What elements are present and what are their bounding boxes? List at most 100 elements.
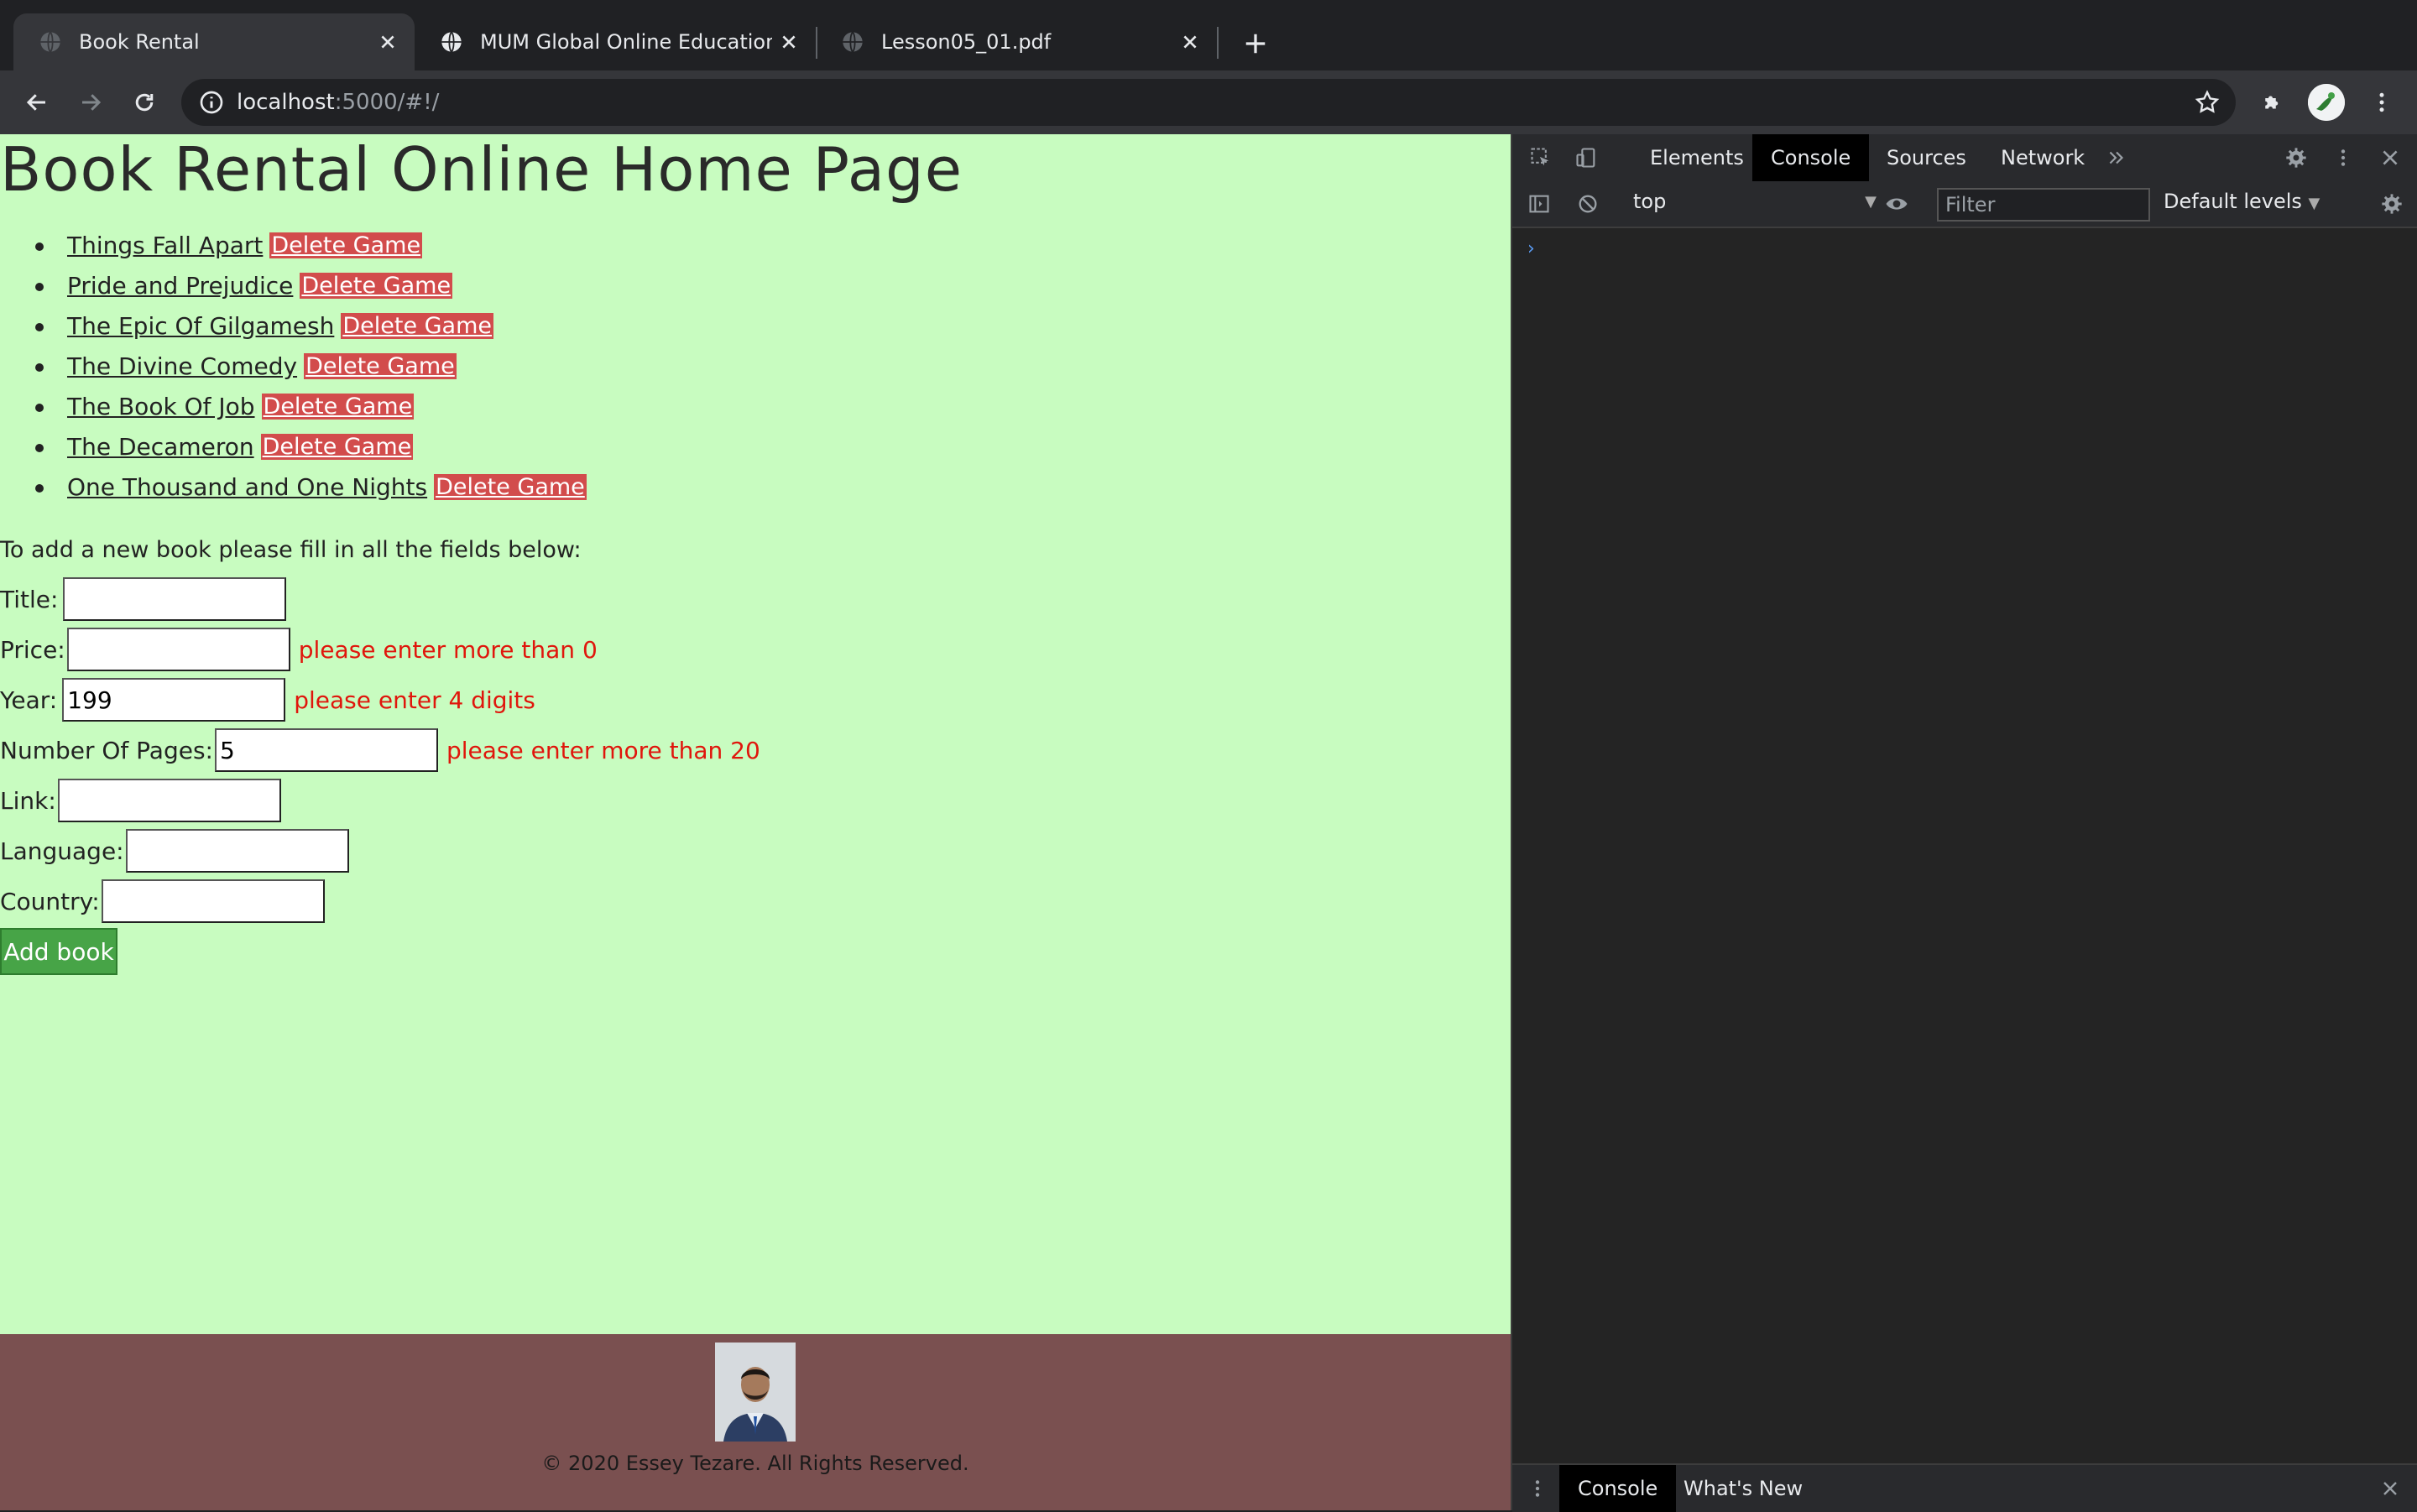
devtools-tab-console[interactable]: Console [1752,134,1870,181]
price-input[interactable] [66,628,290,671]
pages-input[interactable] [214,728,438,772]
book-link[interactable]: Pride and Prejudice [67,272,293,300]
web-page: Book Rental Online Home Page Things Fall… [0,134,1511,1510]
year-row: Year: please enter 4 digits [0,675,535,725]
console-filter-input[interactable] [1939,190,2148,220]
list-item: The Divine Comedy Delete Game [35,346,587,386]
browser-tab-mum[interactable]: MUM Global Online Education [415,13,816,70]
show-sidebar-icon[interactable] [1526,190,1553,217]
delete-button[interactable]: Delete Game [269,232,423,258]
menu-kebab-icon[interactable] [2363,84,2400,121]
inspect-element-icon[interactable] [1527,144,1554,171]
url-host: localhost [237,90,335,115]
forward-arrow-icon[interactable] [72,84,109,121]
dropdown-arrow-icon: ▼ [2308,195,2320,212]
globe-icon [841,30,864,54]
browser-tab-strip: Book Rental MUM Global Online Education … [0,0,2417,70]
list-item: Pride and Prejudice Delete Game [35,265,587,305]
link-row: Link: [0,775,281,826]
book-link[interactable]: The Divine Comedy [67,352,297,380]
close-tab-icon[interactable] [371,25,405,59]
browser-tab-lesson[interactable]: Lesson05_01.pdf [816,13,1217,70]
drawer-tab-console[interactable]: Console [1559,1465,1677,1512]
delete-button[interactable]: Delete Game [304,352,457,379]
language-input[interactable] [125,829,349,873]
settings-gear-icon[interactable] [2283,144,2310,171]
book-link[interactable]: One Thousand and One Nights [67,473,427,501]
clear-console-icon[interactable] [1574,190,1601,217]
console-toolbar: top ▼ Default levels ▼ [1512,181,2417,228]
tab-divider [1217,27,1219,59]
pages-error: please enter more than 20 [446,736,760,764]
dropdown-arrow-icon: ▼ [1865,193,1877,211]
reload-icon[interactable] [126,84,163,121]
globe-icon [39,30,62,54]
console-settings-gear-icon[interactable] [2378,190,2405,217]
drawer-tab-whats-new[interactable]: What's New [1665,1465,1821,1512]
devtools-tab-elements[interactable]: Elements [1631,134,1762,181]
log-levels-dropdown[interactable]: Default levels ▼ [2164,190,2320,213]
more-tabs-chevron-icon[interactable] [2103,144,2130,171]
author-photo [715,1343,796,1442]
close-tab-icon[interactable] [772,25,806,59]
price-label: Price: [0,635,65,664]
delete-button[interactable]: Delete Game [260,433,414,460]
back-arrow-icon[interactable] [18,84,55,121]
console-filter [1937,188,2150,222]
delete-button[interactable]: Delete Game [300,272,453,299]
form-intro: To add a new book please fill in all the… [0,537,582,563]
context-selector[interactable]: top ▼ [1633,190,1877,218]
price-error: please enter more than 0 [298,635,598,664]
browser-tab-book-rental[interactable]: Book Rental [13,13,415,70]
address-bar[interactable]: localhost:5000/#!/ [181,79,2236,126]
close-tab-icon[interactable] [1173,25,1207,59]
link-input[interactable] [57,779,281,822]
close-devtools-icon[interactable] [2377,144,2404,171]
book-link[interactable]: The Book Of Job [67,393,255,420]
devtools-tab-bar: Elements Console Sources Network [1512,134,2417,183]
log-levels-label: Default levels [2164,190,2302,213]
extensions-puzzle-icon[interactable] [2254,84,2291,121]
devtools-drawer: Console What's New [1512,1463,2417,1512]
list-item: The Decameron Delete Game [35,426,587,467]
country-input[interactable] [101,879,325,923]
book-link[interactable]: The Epic Of Gilgamesh [67,312,334,340]
devtools-tab-sources[interactable]: Sources [1868,134,1985,181]
add-book-button[interactable]: Add book [0,928,117,975]
link-label: Link: [0,786,56,815]
book-link[interactable]: Things Fall Apart [67,232,263,259]
browser-toolbar: localhost:5000/#!/ [0,70,2417,134]
bookmark-star-icon[interactable] [2194,89,2221,116]
profile-avatar[interactable] [2308,84,2345,121]
pages-row: Number Of Pages: please enter more than … [0,725,760,775]
year-error: please enter 4 digits [294,686,535,714]
url-path: :5000/#!/ [334,90,440,115]
pages-label: Number Of Pages: [0,736,213,764]
console-prompt[interactable]: › [1527,238,1535,259]
language-row: Language: [0,826,349,876]
list-item: The Epic Of Gilgamesh Delete Game [35,305,587,346]
year-input[interactable] [62,678,286,722]
device-toolbar-icon[interactable] [1573,144,1600,171]
footer-copyright: © 2020 Essey Tezare. All Rights Reserved… [541,1452,969,1475]
book-link[interactable]: The Decameron [67,433,254,461]
list-item: One Thousand and One Nights Delete Game [35,467,587,507]
delete-button[interactable]: Delete Game [261,393,415,420]
new-tab-plus-icon[interactable] [1235,25,1276,62]
delete-button[interactable]: Delete Game [341,312,494,339]
drawer-menu-kebab-icon[interactable] [1524,1475,1551,1502]
devtools-tab-network[interactable]: Network [1982,134,2103,181]
live-expression-eye-icon[interactable] [1883,190,1910,217]
delete-button[interactable]: Delete Game [434,473,587,500]
price-row: Price: please enter more than 0 [0,624,598,675]
list-item: The Book Of Job Delete Game [35,386,587,426]
info-icon[interactable] [198,89,225,116]
tab-title: MUM Global Online Education [480,30,772,54]
book-list: Things Fall Apart Delete Game Pride and P… [35,225,587,507]
title-label: Title: [0,585,59,613]
tab-title: Lesson05_01.pdf [881,30,1052,54]
devtools-menu-kebab-icon[interactable] [2330,144,2357,171]
title-input[interactable] [63,577,287,621]
list-item: Things Fall Apart Delete Game [35,225,587,265]
close-drawer-icon[interactable] [2377,1475,2404,1502]
